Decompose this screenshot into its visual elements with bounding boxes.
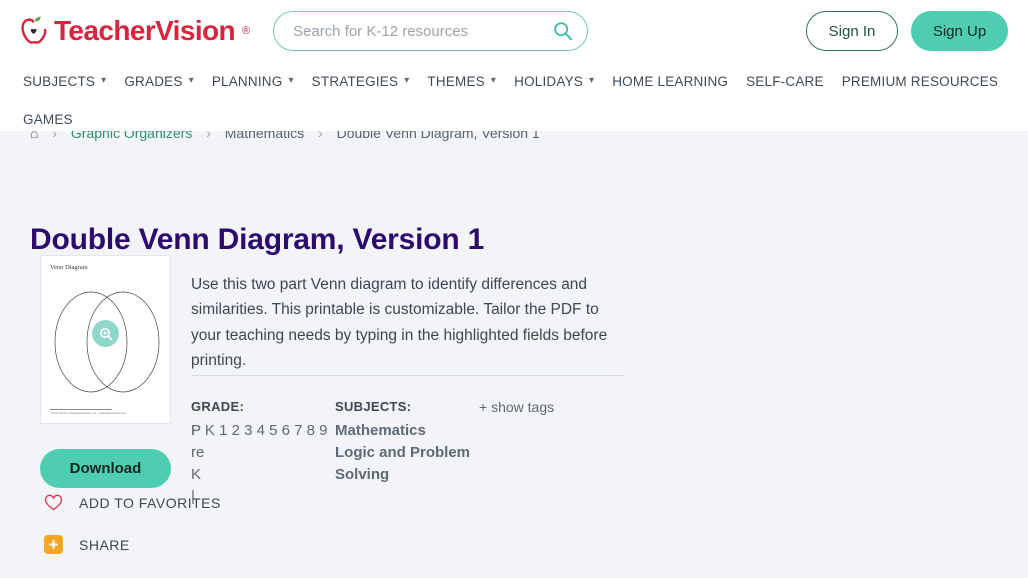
chevron-down-icon: ▾ <box>101 75 107 86</box>
nav-second-row: GAMES <box>14 100 1028 138</box>
chevron-down-icon: ▾ <box>404 75 410 86</box>
add-to-favorites-button[interactable]: ADD TO FAVORITES <box>44 494 221 511</box>
site-logo[interactable]: TeacherVision ® <box>18 15 250 47</box>
sign-up-button[interactable]: Sign Up <box>911 11 1008 51</box>
resource-description: Use this two part Venn diagram to identi… <box>191 275 608 370</box>
search-icon[interactable] <box>553 21 573 41</box>
magnify-plus-icon <box>99 327 112 340</box>
nav-item-strategies[interactable]: STRATEGIES ▾ <box>303 62 419 100</box>
thumbnail-footer-rule <box>50 409 112 410</box>
chevron-down-icon: ▾ <box>589 75 595 86</box>
show-tags-link[interactable]: + show tags <box>479 399 554 415</box>
nav-label: PREMIUM RESOURCES <box>841 73 999 89</box>
page-title: Double Venn Diagram, Version 1 <box>30 223 485 257</box>
nav-label: THEMES <box>427 73 485 89</box>
nav-item-home-learning[interactable]: HOME LEARNING <box>603 62 737 100</box>
chevron-down-icon: ▾ <box>490 75 497 86</box>
nav-label: STRATEGIES <box>311 73 399 89</box>
subjects-label: SUBJECTS: <box>335 399 412 414</box>
nav-label: SELF-CARE <box>746 73 824 89</box>
nav-item-planning[interactable]: PLANNING ▾ <box>203 62 303 100</box>
chevron-down-icon: ▾ <box>288 75 294 86</box>
nav-item-premium-resources[interactable]: PREMIUM RESOURCES <box>833 62 1007 100</box>
site-header: TeacherVision ® Sign In Sign Up SUBJECTS… <box>0 0 1028 131</box>
share-label: SHARE <box>79 536 130 553</box>
subject-item[interactable]: Mathematics <box>335 420 471 442</box>
subject-item[interactable]: Logic and Problem Solving <box>335 442 471 486</box>
registered-mark: ® <box>242 25 251 37</box>
nav-label: HOME LEARNING <box>612 73 729 89</box>
nav-label: HOLIDAYS <box>514 73 583 89</box>
nav-item-games[interactable]: GAMES <box>14 100 82 138</box>
thumbnail-footer-note: © 2011 Teacher Created Resources, Inc. •… <box>50 412 127 415</box>
plus-glyph-icon <box>48 539 59 550</box>
thumbnail-doc-title: Venn Diagram <box>50 264 88 271</box>
chevron-down-icon: ▾ <box>188 75 194 86</box>
nav-label: PLANNING <box>211 73 283 89</box>
sign-in-button[interactable]: Sign In <box>806 11 898 51</box>
nav-item-subjects[interactable]: SUBJECTS ▾ <box>14 62 115 100</box>
heart-outline-icon <box>44 494 63 511</box>
site-logo-text: TeacherVision <box>54 15 236 46</box>
nav-item-grades[interactable]: GRADES ▾ <box>115 62 202 100</box>
grade-label: GRADE: <box>191 399 245 414</box>
nav-label: GRADES <box>124 73 183 89</box>
header-top-bar: TeacherVision ® Sign In Sign Up <box>0 0 1028 62</box>
download-button[interactable]: Download <box>40 449 171 488</box>
add-to-favorites-label: ADD TO FAVORITES <box>79 494 221 511</box>
search-bar[interactable] <box>273 11 588 51</box>
search-input[interactable] <box>291 21 553 41</box>
nav-label: SUBJECTS <box>23 73 96 89</box>
section-divider <box>191 375 623 376</box>
plus-square-icon <box>44 535 63 554</box>
nav-item-self-care[interactable]: SELF-CARE <box>737 62 833 100</box>
subject-values: Mathematics Logic and Problem Solving <box>335 420 471 486</box>
share-button[interactable]: SHARE <box>44 535 130 554</box>
auth-buttons: Sign In Sign Up <box>806 11 1008 51</box>
main-navigation: SUBJECTS ▾ GRADES ▾ PLANNING ▾ STRATEGIE… <box>0 62 1028 138</box>
nav-item-holidays[interactable]: HOLIDAYS ▾ <box>505 62 603 100</box>
nav-item-themes[interactable]: THEMES ▾ <box>418 62 505 100</box>
nav-label: GAMES <box>23 111 73 127</box>
apple-heart-icon <box>21 16 47 44</box>
thumbnail-zoom-badge[interactable] <box>92 320 119 347</box>
